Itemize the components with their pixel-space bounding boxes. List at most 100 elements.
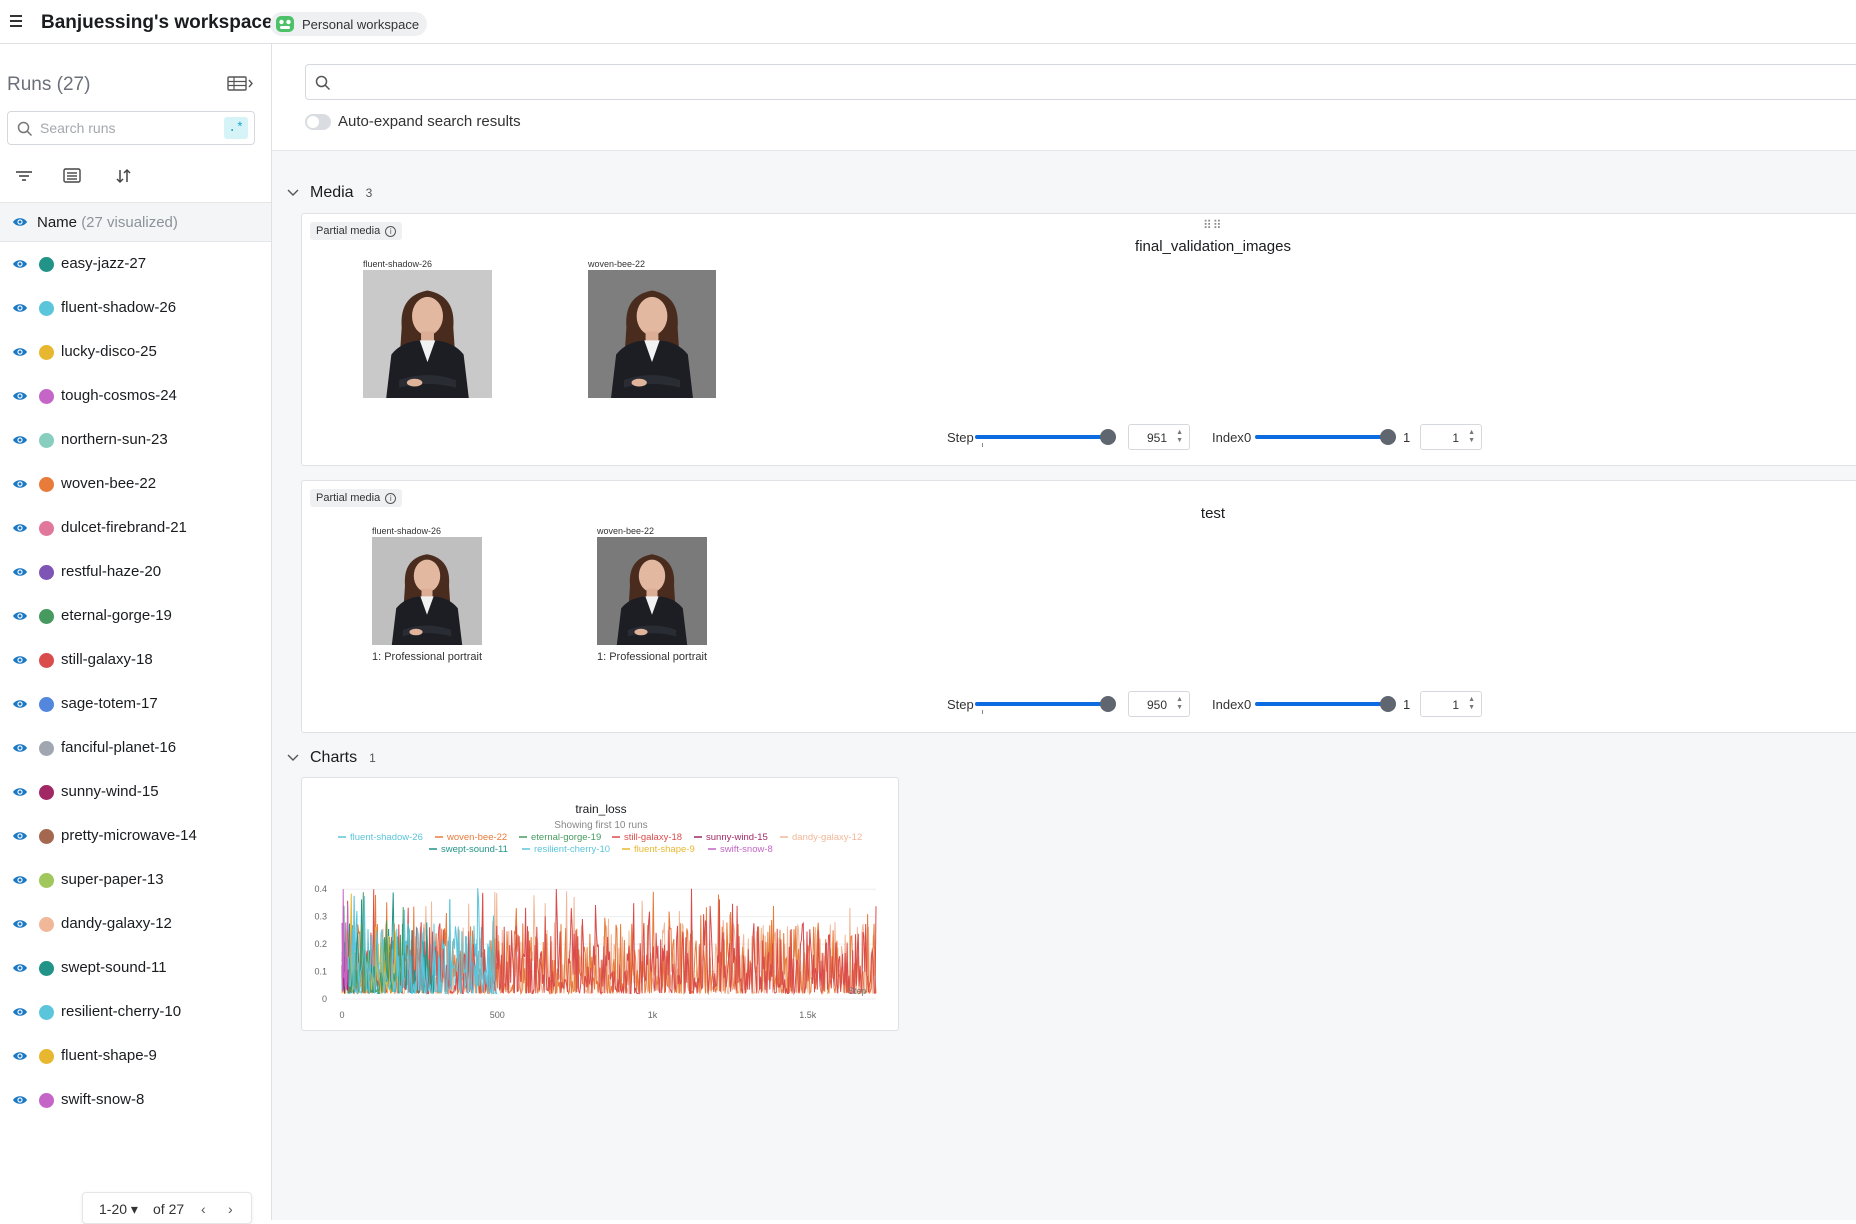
run-color-dot[interactable] [39, 345, 54, 360]
eye-icon[interactable] [12, 216, 28, 228]
run-row[interactable]: swift-snow-8 [0, 1078, 271, 1122]
train-loss-chart[interactable]: train_loss Showing first 10 runs fluent-… [302, 778, 900, 1032]
eye-icon[interactable] [12, 1005, 28, 1023]
filter-icon[interactable] [12, 164, 36, 188]
run-color-dot[interactable] [39, 301, 54, 316]
run-row[interactable]: easy-jazz-27 [0, 242, 271, 286]
run-color-dot[interactable] [39, 697, 54, 712]
portrait-image[interactable] [597, 537, 707, 645]
legend-item[interactable]: swift-snow-8 [708, 844, 773, 855]
eye-icon[interactable] [12, 653, 28, 671]
run-row[interactable]: super-paper-13 [0, 858, 271, 902]
eye-icon[interactable] [12, 829, 28, 847]
stepper-arrows-icon[interactable]: ▲ ▼ [1176, 429, 1183, 445]
run-color-dot[interactable] [39, 1049, 54, 1064]
run-row[interactable]: northern-sun-23 [0, 418, 271, 462]
eye-icon[interactable] [12, 565, 28, 583]
stepper-arrows-icon[interactable]: ▲ ▼ [1468, 696, 1475, 712]
auto-expand-toggle[interactable] [305, 114, 331, 130]
step-slider[interactable] [975, 435, 1113, 439]
run-color-dot[interactable] [39, 873, 54, 888]
hamburger-menu-icon[interactable] [10, 12, 28, 30]
index-input[interactable]: 1 ▲ ▼ [1420, 691, 1482, 717]
run-row[interactable]: still-galaxy-18 [0, 638, 271, 682]
page-range-select[interactable]: 1-20 ▾ [99, 1201, 138, 1218]
run-color-dot[interactable] [39, 917, 54, 932]
index-slider[interactable] [1255, 702, 1392, 706]
run-color-dot[interactable] [39, 609, 54, 624]
run-row[interactable]: sunny-wind-15 [0, 770, 271, 814]
media-section-header[interactable]: Media 3 [286, 181, 372, 205]
index-slider-handle[interactable] [1380, 696, 1396, 712]
sort-icon[interactable] [112, 164, 136, 188]
info-icon[interactable]: i [385, 225, 397, 237]
run-color-dot[interactable] [39, 829, 54, 844]
group-icon[interactable] [60, 164, 84, 188]
eye-icon[interactable] [12, 433, 28, 451]
run-color-dot[interactable] [39, 433, 54, 448]
legend-item[interactable]: woven-bee-22 [435, 832, 507, 843]
panel-search-input[interactable] [340, 73, 1740, 93]
runs-name-header[interactable]: Name (27 visualized) [0, 202, 271, 242]
portrait-image[interactable] [363, 270, 492, 398]
run-row[interactable]: fluent-shape-9 [0, 1034, 271, 1078]
eye-icon[interactable] [12, 741, 28, 759]
run-row[interactable]: pretty-microwave-14 [0, 814, 271, 858]
run-row[interactable]: lucky-disco-25 [0, 330, 271, 374]
run-color-dot[interactable] [39, 741, 54, 756]
index-slider-handle[interactable] [1380, 429, 1396, 445]
eye-icon[interactable] [12, 389, 28, 407]
run-row[interactable]: restful-haze-20 [0, 550, 271, 594]
info-icon[interactable]: i [385, 492, 397, 504]
step-slider-handle[interactable] [1100, 696, 1116, 712]
legend-item[interactable]: fluent-shadow-26 [338, 832, 423, 843]
partial-media-badge[interactable]: Partial media i [310, 222, 403, 240]
partial-media-badge[interactable]: Partial media i [310, 489, 403, 507]
step-input[interactable]: 951 ▲ ▼ [1128, 424, 1190, 450]
eye-icon[interactable] [12, 609, 28, 627]
eye-icon[interactable] [12, 521, 28, 539]
portrait-image[interactable] [372, 537, 482, 645]
step-slider-handle[interactable] [1100, 429, 1116, 445]
index-input[interactable]: 1 ▲ ▼ [1420, 424, 1482, 450]
index-slider[interactable] [1255, 435, 1392, 439]
portrait-image[interactable] [588, 270, 716, 398]
eye-icon[interactable] [12, 477, 28, 495]
stepper-arrows-icon[interactable]: ▲ ▼ [1468, 429, 1475, 445]
legend-item[interactable]: swept-sound-11 [429, 844, 508, 855]
eye-icon[interactable] [12, 1093, 28, 1111]
step-input[interactable]: 950 ▲ ▼ [1128, 691, 1190, 717]
eye-icon[interactable] [12, 1049, 28, 1067]
step-slider[interactable] [975, 702, 1113, 706]
legend-item[interactable]: resilient-cherry-10 [522, 844, 610, 855]
workspace-badge[interactable]: Personal workspace [270, 12, 428, 36]
eye-icon[interactable] [12, 257, 28, 275]
charts-section-header[interactable]: Charts 1 [286, 746, 376, 770]
panel-search-field[interactable] [305, 64, 1856, 100]
eye-icon[interactable] [12, 785, 28, 803]
run-row[interactable]: dandy-galaxy-12 [0, 902, 271, 946]
legend-item[interactable]: dandy-galaxy-12 [780, 832, 862, 843]
legend-item[interactable]: eternal-gorge-19 [519, 832, 601, 843]
prev-page-icon[interactable]: ‹ [201, 1201, 206, 1217]
run-color-dot[interactable] [39, 521, 54, 536]
run-search-field[interactable]: .* [7, 111, 255, 145]
run-row[interactable]: fluent-shadow-26 [0, 286, 271, 330]
run-row[interactable]: fanciful-planet-16 [0, 726, 271, 770]
eye-icon[interactable] [12, 345, 28, 363]
run-row[interactable]: resilient-cherry-10 [0, 990, 271, 1034]
run-color-dot[interactable] [39, 477, 54, 492]
run-row[interactable]: dulcet-firebrand-21 [0, 506, 271, 550]
run-color-dot[interactable] [39, 785, 54, 800]
eye-icon[interactable] [12, 961, 28, 979]
run-row[interactable]: woven-bee-22 [0, 462, 271, 506]
run-color-dot[interactable] [39, 389, 54, 404]
drag-handle-icon[interactable]: ⠿⠿ [1203, 218, 1223, 232]
regex-toggle-button[interactable]: .* [224, 117, 248, 139]
legend-item[interactable]: fluent-shape-9 [622, 844, 695, 855]
legend-item[interactable]: still-galaxy-18 [612, 832, 682, 843]
next-page-icon[interactable]: › [228, 1201, 233, 1217]
run-color-dot[interactable] [39, 565, 54, 580]
run-row[interactable]: tough-cosmos-24 [0, 374, 271, 418]
eye-icon[interactable] [12, 917, 28, 935]
